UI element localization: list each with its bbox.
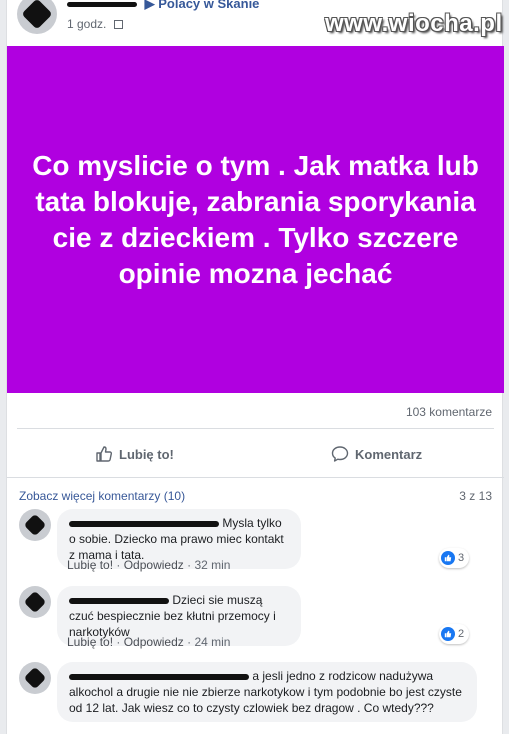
reaction-count: 3 (458, 552, 465, 564)
post-content: Co myslicie o tym . Jak matka lub tata b… (7, 46, 504, 393)
post-time[interactable]: 1 godz. (67, 17, 106, 31)
commenter-avatar[interactable] (19, 586, 51, 618)
redacted-author-name (67, 2, 137, 8)
comment-time[interactable]: 32 min (194, 558, 230, 572)
reaction-count: 2 (458, 628, 465, 640)
author-avatar[interactable] (17, 0, 57, 34)
like-button-label: Lubię to! (119, 446, 174, 462)
divider (17, 428, 494, 429)
group-name-arrow-icon: ▶ (144, 0, 155, 11)
redacted-commenter-name[interactable] (69, 669, 249, 683)
divider (7, 477, 504, 478)
comment-like-link[interactable]: Lubię to! (67, 558, 113, 572)
comment-actions: Lubię to! · Odpowiedz · 24 min (67, 635, 231, 649)
comment-button-label: Komentarz (355, 446, 423, 462)
post-text: Co myslicie o tym . Jak matka lub tata b… (32, 149, 479, 289)
redacted-commenter-name[interactable] (69, 516, 219, 530)
privacy-icon (113, 20, 123, 29)
comment-bubble: a jesli jedno z rodzicow nadużywa alkoch… (57, 662, 477, 722)
like-button[interactable]: Lubię to! (95, 440, 174, 468)
commenter-avatar[interactable] (19, 509, 51, 541)
comments-pager: 3 z 13 (459, 489, 492, 503)
comment-bubble-icon (331, 446, 349, 462)
thumbs-up-icon (96, 446, 113, 462)
comments-count[interactable]: 103 komentarze (406, 405, 492, 419)
like-reaction-icon (441, 551, 455, 565)
like-reaction-icon (441, 627, 455, 641)
watermark-logo: www.wiocha.pl (325, 10, 503, 37)
comment-reply-link[interactable]: Odpowiedz (124, 635, 184, 649)
comment-like-link[interactable]: Lubię to! (67, 635, 113, 649)
redacted-commenter-name[interactable] (69, 593, 169, 607)
comment-reactions[interactable]: 3 (439, 548, 470, 568)
commenter-avatar[interactable] (19, 662, 51, 694)
comment-reactions[interactable]: 2 (439, 624, 470, 644)
comment-actions: Lubię to! · Odpowiedz · 32 min (67, 558, 231, 572)
view-more-comments-link[interactable]: Zobacz więcej komentarzy (10) (19, 489, 185, 503)
author-line[interactable]: ▶ Polacy w Skanie (67, 0, 259, 12)
post-card: ▶ Polacy w Skanie 1 godz. www.wiocha.pl … (6, 0, 504, 734)
comment-time[interactable]: 24 min (194, 635, 230, 649)
comment-reply-link[interactable]: Odpowiedz (124, 558, 184, 572)
comment-button[interactable]: Komentarz (331, 440, 422, 468)
group-name[interactable]: Polacy w Skanie (158, 0, 259, 11)
post-meta: 1 godz. (67, 17, 123, 31)
